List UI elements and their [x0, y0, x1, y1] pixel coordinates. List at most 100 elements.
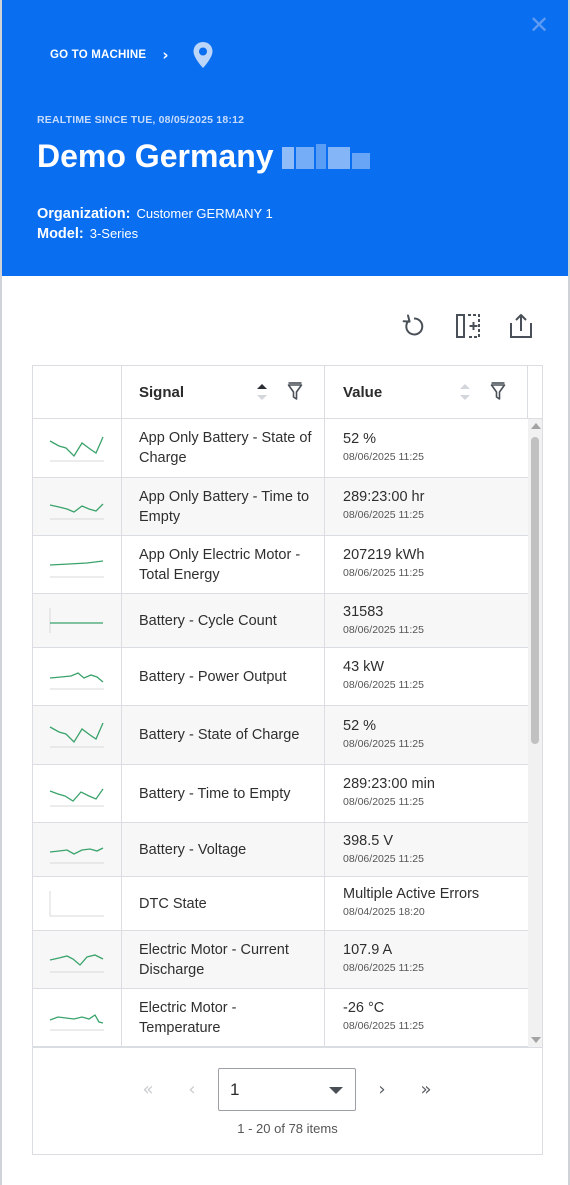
table-row[interactable]: Battery - Voltage 398.5 V 08/06/2025 11:… [33, 823, 528, 877]
sparkline-cell [33, 931, 122, 988]
signal-timestamp: 08/06/2025 11:25 [343, 451, 424, 463]
signal-name: Electric Motor - Current Discharge [139, 941, 289, 978]
model-label: Model: [37, 226, 84, 242]
signal-value: 31583 [343, 604, 384, 620]
first-page-icon[interactable]: « [136, 1078, 160, 1102]
sparkline-chart [49, 954, 104, 973]
next-page-icon[interactable]: › [370, 1078, 394, 1102]
location-pin-icon[interactable] [190, 40, 216, 70]
sparkline-chart [49, 672, 104, 690]
sparkline-cell [33, 989, 122, 1046]
export-icon[interactable] [507, 312, 535, 340]
sort-ascending-icon[interactable] [255, 381, 269, 403]
signal-value: 107.9 A [343, 942, 393, 958]
previous-page-icon[interactable]: ‹ [180, 1078, 204, 1102]
table-body: App Only Battery - State of Charge 52 % … [33, 419, 528, 1047]
machine-name: Demo Germany [37, 138, 274, 174]
value-cell: 398.5 V 08/06/2025 11:25 [325, 823, 528, 876]
table-row[interactable]: Battery - Power Output 43 kW 08/06/2025 … [33, 648, 528, 706]
value-cell: 107.9 A 08/06/2025 11:25 [325, 931, 528, 988]
table-row[interactable]: App Only Electric Motor - Total Energy 2… [33, 536, 528, 594]
signal-cell: App Only Electric Motor - Total Energy [122, 536, 325, 593]
sparkline-chart [49, 788, 104, 807]
signal-column-header[interactable]: Signal [122, 366, 325, 419]
signal-cell: Battery - Voltage [122, 823, 325, 876]
signal-name: Battery - Time to Empty [139, 785, 291, 802]
signal-cell: Electric Motor - Current Discharge [122, 931, 325, 988]
table-row[interactable]: Battery - Time to Empty 289:23:00 min 08… [33, 765, 528, 823]
sparkline-cell [33, 648, 122, 705]
sparkline-cell [33, 594, 122, 647]
sparkline-cell [33, 765, 122, 822]
signal-value: 289:23:00 hr [343, 489, 425, 505]
signal-cell: Battery - Power Output [122, 648, 325, 705]
signal-cell: DTC State [122, 877, 325, 930]
signals-table: Signal Value App Only Battery - State of… [32, 365, 543, 1155]
sparkline-chart [49, 560, 104, 578]
sparkline-cell [33, 536, 122, 593]
signal-timestamp: 08/06/2025 11:25 [343, 679, 424, 691]
signal-value: 207219 kWh [343, 547, 425, 563]
table-row[interactable]: Battery - State of Charge 52 % 08/06/202… [33, 706, 528, 765]
columns-icon[interactable] [454, 312, 482, 340]
table-row[interactable]: Battery - Cycle Count 31583 08/06/2025 1… [33, 594, 528, 648]
signal-name: App Only Electric Motor - Total Energy [139, 546, 301, 583]
filter-icon[interactable] [490, 382, 506, 402]
sparkline-chart [49, 722, 104, 748]
organization-value: Customer GERMANY 1 [136, 206, 273, 221]
signal-timestamp: 08/06/2025 11:25 [343, 624, 424, 636]
table-row[interactable]: App Only Battery - Time to Empty 289:23:… [33, 478, 528, 536]
organization-info: Organization: Customer GERMANY 1 [37, 206, 273, 222]
table-row[interactable]: App Only Battery - State of Charge 52 % … [33, 419, 528, 478]
signal-timestamp: 08/04/2025 18:20 [343, 906, 425, 918]
signal-name: App Only Battery - State of Charge [139, 430, 312, 466]
organization-label: Organization: [37, 206, 131, 222]
chevron-down-icon [329, 1087, 343, 1094]
signal-value: Multiple Active Errors [343, 886, 480, 902]
signal-timestamp: 08/06/2025 11:25 [343, 962, 424, 974]
value-column-header[interactable]: Value [325, 366, 528, 419]
close-icon[interactable]: ✕ [528, 13, 550, 37]
machine-header: ✕ GO TO MACHINE › REALTIME SINCE TUE, 08… [2, 0, 568, 276]
chevron-right-icon: › [162, 46, 169, 64]
signal-timestamp: 08/06/2025 11:25 [343, 796, 424, 808]
redacted-name-suffix [281, 142, 378, 172]
signal-name: Battery - Power Output [139, 668, 287, 685]
table-row[interactable]: Electric Motor - Current Discharge 107.9… [33, 931, 528, 989]
filter-icon[interactable] [287, 382, 303, 402]
signal-name: Electric Motor - Temperature [139, 999, 237, 1036]
signal-cell: Battery - Cycle Count [122, 594, 325, 647]
sparkline-cell [33, 478, 122, 535]
sparkline-column-header [33, 366, 122, 419]
refresh-icon[interactable] [400, 312, 428, 340]
table-scrollbar[interactable] [528, 419, 542, 1047]
sort-neutral-icon[interactable] [458, 381, 472, 403]
scroll-up-arrow-icon[interactable] [531, 423, 541, 429]
sparkline-cell [33, 823, 122, 876]
machine-detail-panel: ✕ GO TO MACHINE › REALTIME SINCE TUE, 08… [0, 0, 570, 1185]
scrollbar-thumb[interactable] [531, 437, 539, 744]
signal-cell: Electric Motor - Temperature [122, 989, 325, 1046]
sparkline-cell [33, 877, 122, 930]
table-row[interactable]: DTC State Multiple Active Errors 08/04/2… [33, 877, 528, 931]
sparkline-chart [49, 1014, 104, 1031]
signal-name: Battery - Cycle Count [139, 612, 277, 629]
signal-value: 52 % [343, 718, 377, 734]
scroll-down-arrow-icon[interactable] [531, 1037, 541, 1043]
page-select[interactable]: 1 [218, 1068, 356, 1111]
page-select-value: 1 [230, 1080, 240, 1099]
table-row[interactable]: Electric Motor - Temperature -26 °C 08/0… [33, 989, 528, 1047]
value-cell: 207219 kWh 08/06/2025 11:25 [325, 536, 528, 593]
signal-cell: Battery - State of Charge [122, 706, 325, 764]
model-info: Model: 3-Series [37, 226, 138, 242]
value-column-label: Value [343, 384, 383, 401]
go-to-machine-link[interactable]: GO TO MACHINE › [50, 40, 169, 70]
signal-cell: App Only Battery - Time to Empty [122, 478, 325, 535]
sparkline-cell [33, 419, 122, 477]
realtime-since-label: REALTIME SINCE TUE, 08/05/2025 18:12 [37, 114, 245, 126]
table-header: Signal Value [33, 366, 542, 419]
go-to-machine-label: GO TO MACHINE [50, 49, 147, 61]
last-page-icon[interactable]: » [414, 1078, 438, 1102]
pagination: « ‹ 1 › » 1 - 20 of 78 items [33, 1047, 542, 1154]
signal-value: 52 % [343, 431, 377, 447]
